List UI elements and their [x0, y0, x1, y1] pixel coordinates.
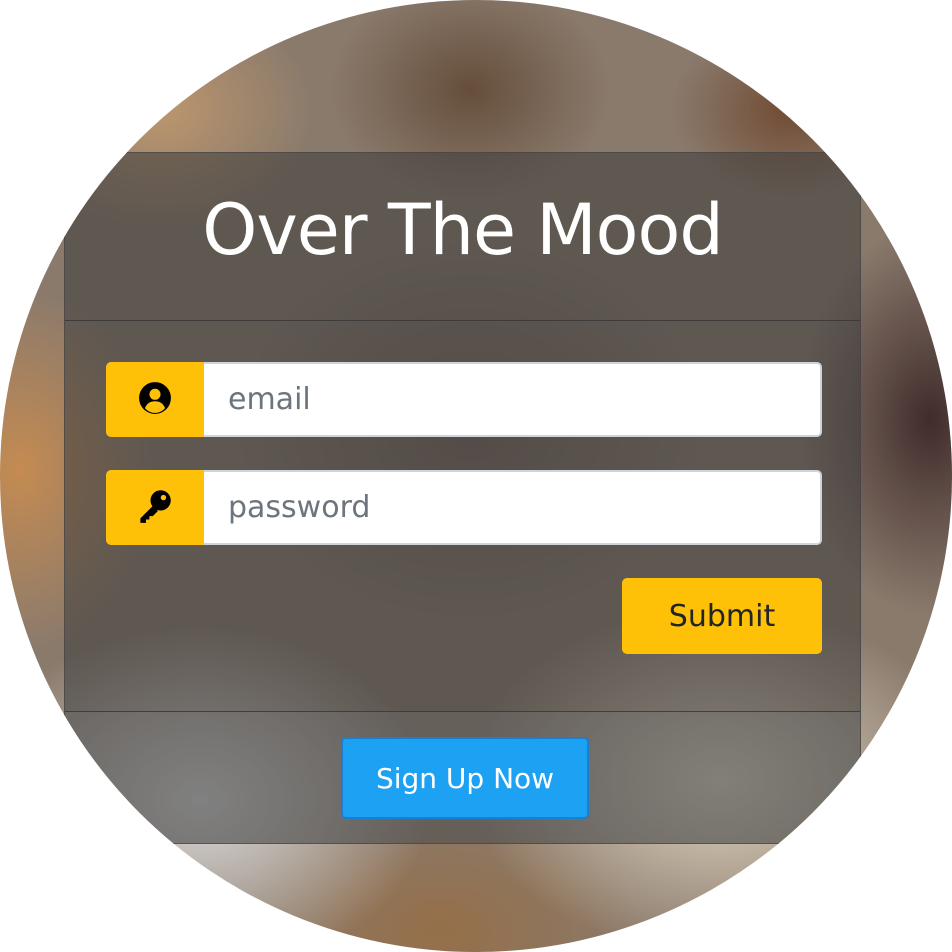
card-body: Submit	[65, 321, 860, 711]
card-header: Over The Mood	[65, 153, 860, 321]
password-field[interactable]	[204, 470, 822, 545]
submit-button[interactable]: Submit	[622, 578, 822, 654]
password-input-group	[106, 470, 822, 545]
card-footer: Sign Up Now	[65, 711, 860, 843]
background-circle: Over The Mood email Submit Sign Up Now	[0, 0, 952, 952]
key-icon	[137, 488, 173, 528]
email-field[interactable]	[204, 362, 822, 437]
sign-up-button[interactable]: Sign Up Now	[341, 737, 589, 819]
page-title: Over The Mood	[202, 188, 724, 271]
login-card: Over The Mood email Submit Sign Up Now	[64, 152, 861, 844]
password-addon	[106, 470, 204, 545]
email-addon	[106, 362, 204, 437]
email-input-group	[106, 362, 822, 437]
user-circle-icon	[138, 381, 172, 419]
